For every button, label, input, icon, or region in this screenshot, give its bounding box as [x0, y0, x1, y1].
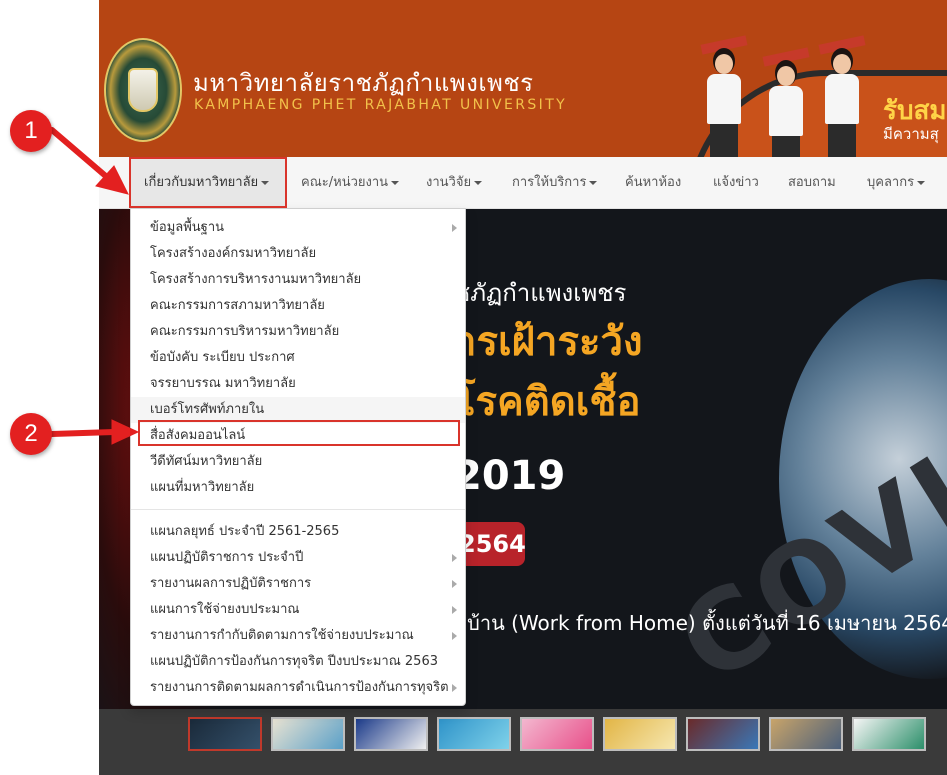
menu-item-regulations[interactable]: ข้อบังคับ ระเบียบ ประกาศ: [131, 345, 465, 371]
menu-item-admin-structure[interactable]: โครงสร้างการบริหารงานมหาวิทยาลัย: [131, 267, 465, 293]
submenu-arrow-icon: [452, 684, 457, 692]
student-figure: [762, 47, 810, 157]
highlight-box-social-media: [138, 420, 460, 446]
caret-down-icon: [391, 180, 400, 185]
carousel-thumbnail[interactable]: [686, 717, 760, 751]
carousel-thumbnail[interactable]: [769, 717, 843, 751]
carousel-thumbnail[interactable]: [603, 717, 677, 751]
highlight-box-about-menu: [129, 157, 287, 208]
nav-label: บุคลากร: [867, 175, 915, 190]
nav-research[interactable]: งานวิจัย: [426, 157, 483, 209]
hero-headline-1: ารเฝ้าระวัง: [454, 319, 643, 365]
menu-item-label: โครงสร้างองค์กรมหาวิทยาลัย: [150, 246, 317, 261]
carousel-thumbnail[interactable]: [188, 717, 262, 751]
menu-item-budget-monitoring-report[interactable]: รายงานการกำกับติดตามการใช้จ่ายงบประมาณ: [131, 623, 465, 649]
menu-item-university-map[interactable]: แผนที่มหาวิทยาลัย: [131, 475, 465, 501]
hero-year: 2019: [454, 453, 566, 499]
nav-faculties[interactable]: คณะ/หน่วยงาน: [301, 157, 400, 209]
nav-personnel[interactable]: บุคลากร: [867, 157, 926, 209]
menu-item-anti-corruption-plan[interactable]: แผนปฏิบัติการป้องกันการทุจริต ปีงบประมาณ…: [131, 649, 465, 675]
carousel-thumbnail[interactable]: [354, 717, 428, 751]
menu-item-label: เบอร์โทรศัพท์ภายใน: [150, 402, 265, 417]
nav-label: คณะ/หน่วยงาน: [301, 175, 389, 190]
menu-item-label: คณะกรรมการบริหารมหาวิทยาลัย: [150, 324, 340, 339]
menu-item-label: แผนที่มหาวิทยาลัย: [150, 480, 255, 495]
promo-subtitle: มีความสุ: [883, 125, 939, 143]
nav-news[interactable]: แจ้งข่าว: [713, 157, 759, 209]
menu-item-code-of-ethics[interactable]: จรรยาบรรณ มหาวิทยาลัย: [131, 371, 465, 397]
menu-item-university-council[interactable]: คณะกรรมการสภามหาวิทยาลัย: [131, 293, 465, 319]
menu-item-label: โครงสร้างการบริหารงานมหาวิทยาลัย: [150, 272, 362, 287]
nav-label: ค้นหาห้อง: [625, 175, 682, 190]
nav-label: งานวิจัย: [426, 175, 472, 190]
student-figure: [818, 35, 866, 157]
nav-label: แจ้งข่าว: [713, 175, 759, 190]
menu-item-label: รายงานการกำกับติดตามการใช้จ่ายงบประมาณ: [150, 628, 414, 643]
menu-item-label: รายงานการติดตามผลการดำเนินการป้องกันการท…: [150, 680, 449, 695]
menu-item-label: แผนปฏิบัติราชการ ประจำปี: [150, 550, 304, 565]
carousel-thumbnail[interactable]: [852, 717, 926, 751]
submenu-arrow-icon: [452, 606, 457, 614]
menu-item-label: ข้อมูลพื้นฐาน: [150, 220, 225, 235]
menu-item-label: แผนการใช้จ่ายงบประมาณ: [150, 602, 300, 617]
menu-item-strategic-plan[interactable]: แผนกลยุทธ์ ประจำปี 2561-2565: [131, 519, 465, 545]
nav-find-room[interactable]: ค้นหาห้อง: [625, 157, 681, 209]
student-figure: [700, 35, 748, 157]
step-badge-2: 2: [10, 413, 52, 455]
submenu-arrow-icon: [452, 632, 457, 640]
menu-item-basic-info[interactable]: ข้อมูลพื้นฐาน: [131, 215, 465, 241]
university-name-english[interactable]: KAMPHAENG PHET RAJABHAT UNIVERSITY: [194, 97, 567, 113]
menu-item-label: แผนกลยุทธ์ ประจำปี 2561-2565: [150, 524, 340, 539]
menu-item-label: คณะกรรมการสภามหาวิทยาลัย: [150, 298, 325, 313]
menu-item-annual-action-plan[interactable]: แผนปฏิบัติราชการ ประจำปี: [131, 545, 465, 571]
menu-item-anti-corruption-report[interactable]: รายงานการติดตามผลการดำเนินการป้องกันการท…: [131, 675, 465, 701]
about-university-dropdown: ข้อมูลพื้นฐาน โครงสร้างองค์กรมหาวิทยาลัย…: [130, 208, 466, 706]
nav-label: สอบถาม: [788, 175, 836, 190]
admission-promo-banner[interactable]: รับสม มีความสุ: [687, 0, 947, 157]
menu-item-budget-plan[interactable]: แผนการใช้จ่ายงบประมาณ: [131, 597, 465, 623]
site-header: มหาวิทยาลัยราชภัฏกำแพงเพชร KAMPHAENG PHE…: [99, 0, 947, 157]
submenu-arrow-icon: [452, 554, 457, 562]
seal-emblem: [128, 68, 158, 112]
carousel-thumbnail[interactable]: [520, 717, 594, 751]
nav-inquiry[interactable]: สอบถาม: [788, 157, 836, 209]
menu-item-university-videos[interactable]: วีดีทัศน์มหาวิทยาลัย: [131, 449, 465, 475]
nav-label: การให้บริการ: [512, 175, 587, 190]
university-seal-logo[interactable]: [104, 38, 182, 142]
menu-item-label: รายงานผลการปฏิบัติราชการ: [150, 576, 312, 591]
menu-item-executive-committee[interactable]: คณะกรรมการบริหารมหาวิทยาลัย: [131, 319, 465, 345]
menu-item-org-structure[interactable]: โครงสร้างองค์กรมหาวิทยาลัย: [131, 241, 465, 267]
caret-down-icon: [474, 180, 483, 185]
carousel-thumbnail[interactable]: [271, 717, 345, 751]
menu-item-performance-report[interactable]: รายงานผลการปฏิบัติราชการ: [131, 571, 465, 597]
caret-down-icon: [589, 180, 598, 185]
submenu-arrow-icon: [452, 580, 457, 588]
menu-item-label: ข้อบังคับ ระเบียบ ประกาศ: [150, 350, 295, 365]
hero-headline-2: โรคติดเชื้อ: [454, 379, 641, 425]
menu-item-label: แผนปฏิบัติการป้องกันการทุจริต ปีงบประมาณ…: [150, 654, 438, 669]
carousel-thumbnail[interactable]: [437, 717, 511, 751]
hero-subtitle: ชภัฏกำแพงเพชร: [454, 279, 627, 307]
submenu-arrow-icon: [452, 224, 457, 232]
step-badge-1: 1: [10, 110, 52, 152]
caret-down-icon: [917, 180, 926, 185]
menu-item-label: จรรยาบรรณ มหาวิทยาลัย: [150, 376, 296, 391]
menu-item-label: วีดีทัศน์มหาวิทยาลัย: [150, 454, 263, 469]
hero-announcement-line: ที่บ้าน (Work from Home) ตั้งแต่วันที่ 1…: [454, 611, 947, 635]
nav-services[interactable]: การให้บริการ: [512, 157, 598, 209]
carousel-thumbnail-strip: [99, 709, 947, 775]
menu-divider: [131, 509, 465, 510]
